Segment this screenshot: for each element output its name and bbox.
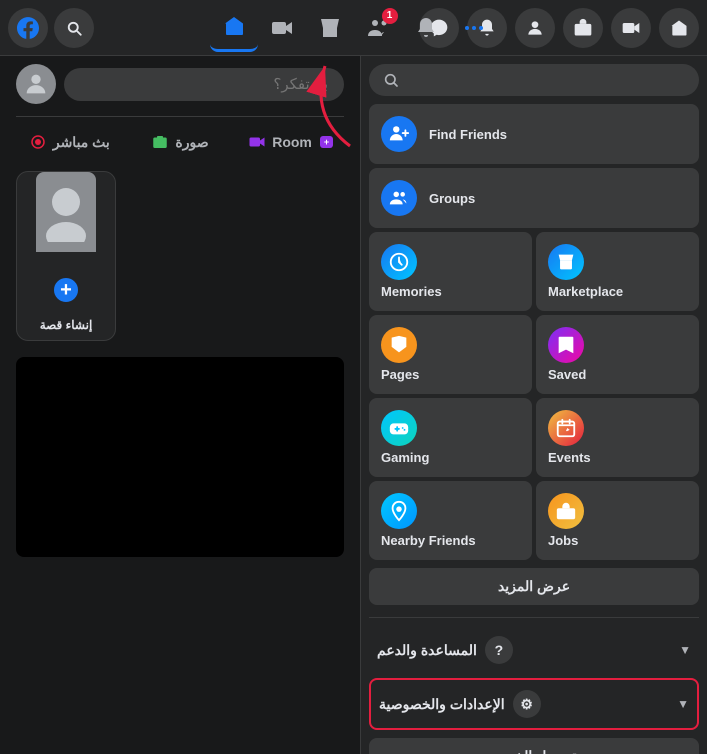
nav-menu-btn[interactable] <box>450 4 498 52</box>
content-area <box>16 357 344 557</box>
menu-jobs[interactable]: Jobs <box>536 481 699 560</box>
search-icon <box>383 72 399 88</box>
help-icon: ? <box>485 636 513 664</box>
nav-profile-btn[interactable] <box>515 8 555 48</box>
create-story-label: إنشاء قصة <box>17 318 115 332</box>
main-content: بث مباشر صورة Room + <box>0 56 707 754</box>
post-input[interactable] <box>64 68 344 101</box>
gaming-label: Gaming <box>381 450 429 465</box>
gaming-icon <box>381 410 417 446</box>
nav-notifications-btn[interactable] <box>402 4 450 52</box>
story-plus-icon: + <box>52 276 80 304</box>
jobs-icon <box>548 493 584 529</box>
menu-memories[interactable]: Memories <box>369 232 532 311</box>
settings-privacy-row[interactable]: ▼ ⚙ الإعدادات والخصوصية <box>369 678 699 730</box>
left-panel: بث مباشر صورة Room + <box>0 56 360 754</box>
live-label: بث مباشر <box>53 134 110 151</box>
menu-nearby-friends[interactable]: Nearby Friends <box>369 481 532 560</box>
nav-left <box>8 8 168 48</box>
groups-label: Groups <box>429 191 475 206</box>
top-navigation: 1 <box>0 0 707 56</box>
settings-privacy-label: ⚙ الإعدادات والخصوصية <box>379 690 541 718</box>
menu-search-input[interactable] <box>407 72 685 88</box>
room-label: Room <box>272 134 312 150</box>
memories-label: Memories <box>381 284 442 299</box>
help-chevron: ▼ <box>679 643 691 657</box>
search-btn[interactable] <box>54 8 94 48</box>
saved-label: Saved <box>548 367 586 382</box>
help-support-label: ? المساعدة والدعم <box>377 636 513 664</box>
photo-btn[interactable]: صورة <box>127 125 234 159</box>
groups-icon <box>381 180 417 216</box>
menu-events[interactable]: Events <box>536 398 699 477</box>
friends-badge: 1 <box>382 8 398 24</box>
right-panel: Find Friends Groups <box>360 56 707 754</box>
marketplace-label: Marketplace <box>548 284 623 299</box>
show-more-btn[interactable]: عرض المزيد <box>369 568 699 605</box>
help-support-row[interactable]: ▼ ? المساعدة والدعم <box>369 626 699 674</box>
create-story-card[interactable]: + إنشاء قصة <box>16 171 116 341</box>
settings-chevron: ▼ <box>677 697 689 711</box>
events-icon <box>548 410 584 446</box>
nav-video-btn[interactable] <box>258 4 306 52</box>
room-icon: + <box>320 136 333 148</box>
menu-gaming[interactable]: Gaming <box>369 398 532 477</box>
marketplace-icon <box>548 244 584 280</box>
stories-row: + إنشاء قصة <box>16 171 344 341</box>
menu-find-friends[interactable]: Find Friends <box>369 104 699 164</box>
nav-video2-btn[interactable] <box>611 8 651 48</box>
gear-icon: ⚙ <box>513 690 541 718</box>
live-btn[interactable]: بث مباشر <box>16 125 123 159</box>
menu-pages[interactable]: Pages <box>369 315 532 394</box>
pages-icon <box>381 327 417 363</box>
pages-label: Pages <box>381 367 419 382</box>
find-friends-label: Find Friends <box>429 127 507 142</box>
post-box <box>16 64 344 104</box>
nav-friends-btn[interactable]: 1 <box>354 4 402 52</box>
nav-home2-btn[interactable] <box>659 8 699 48</box>
menu-saved[interactable]: Saved <box>536 315 699 394</box>
menu-groups[interactable]: Groups <box>369 168 699 228</box>
nav-store-btn[interactable] <box>563 8 603 48</box>
menu-marketplace[interactable]: Marketplace <box>536 232 699 311</box>
action-row: بث مباشر صورة Room + <box>16 116 344 159</box>
nearby-friends-label: Nearby Friends <box>381 533 476 548</box>
nav-home-btn[interactable] <box>210 4 258 52</box>
jobs-label: Jobs <box>548 533 578 548</box>
menu-search-box[interactable] <box>369 64 699 96</box>
room-btn[interactable]: Room + <box>237 125 344 159</box>
nearby-friends-icon <box>381 493 417 529</box>
events-label: Events <box>548 450 591 465</box>
logout-btn[interactable]: تسجيل الخروج <box>369 738 699 754</box>
section-divider-1 <box>369 617 699 618</box>
facebook-logo-btn[interactable] <box>8 8 48 48</box>
user-avatar <box>16 64 56 104</box>
saved-icon <box>548 327 584 363</box>
memories-icon <box>381 244 417 280</box>
photo-label: صورة <box>175 134 208 151</box>
nav-marketplace-btn[interactable] <box>306 4 354 52</box>
find-friends-icon <box>381 116 417 152</box>
story-avatar <box>36 172 96 252</box>
